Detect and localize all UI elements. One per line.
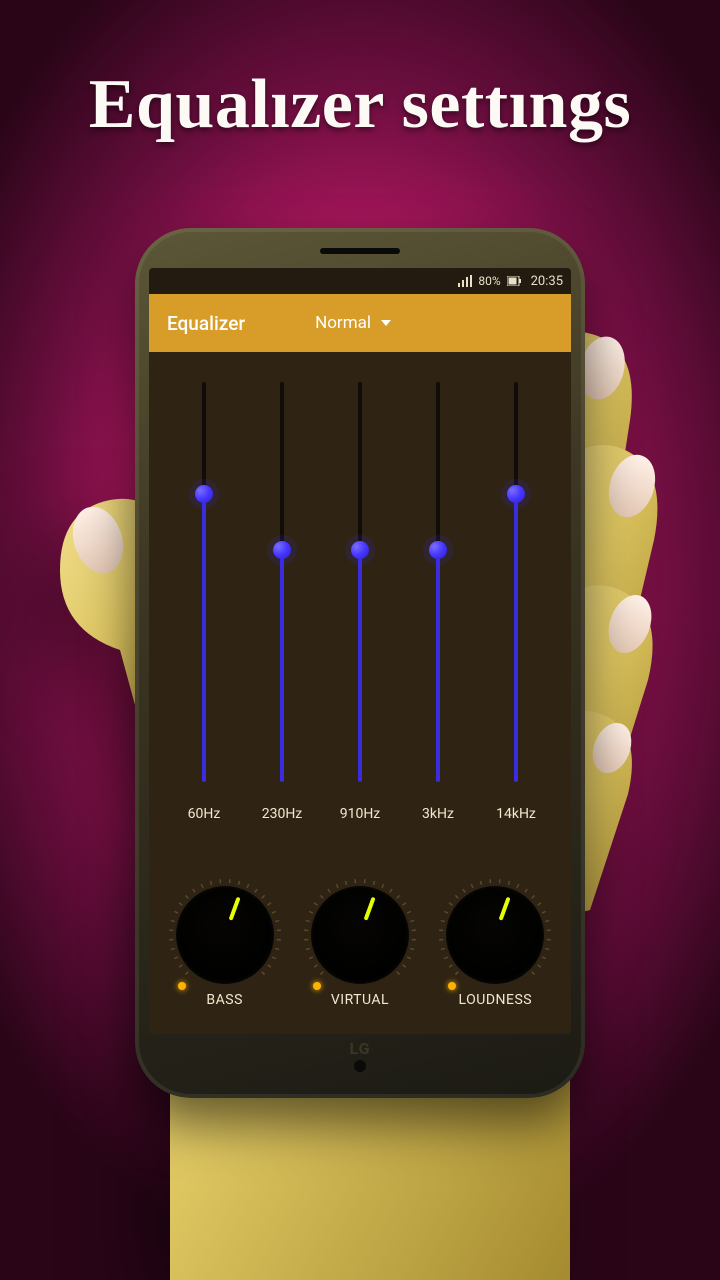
eq-slider-3kHz[interactable]: 3kHz [408, 382, 468, 872]
slider-thumb[interactable] [273, 541, 291, 559]
battery-icon [507, 276, 521, 286]
slider-label: 230Hz [262, 806, 303, 822]
eq-slider-230Hz[interactable]: 230Hz [252, 382, 312, 872]
phone-screen: 80% 20:35 Equalizer Normal 60Hz 230Hz 910H… [149, 268, 571, 1034]
battery-pct: 80% [478, 274, 500, 288]
led-icon [178, 982, 186, 990]
eq-slider-60Hz[interactable]: 60Hz [174, 382, 234, 872]
slider-thumb[interactable] [507, 485, 525, 503]
led-icon [313, 982, 321, 990]
page-title: Equalızer settıngs [0, 65, 720, 145]
eq-knobs: BASS VIRTUAL LOUDNESS [149, 872, 571, 1008]
slider-label: 60Hz [188, 806, 221, 822]
preset-dropdown[interactable]: Normal [315, 313, 391, 333]
knob-loudness[interactable]: LOUDNESS [430, 876, 560, 1008]
clock: 20:35 [531, 274, 563, 289]
slider-thumb[interactable] [429, 541, 447, 559]
eq-slider-14kHz[interactable]: 14kHz [486, 382, 546, 872]
knob-virtual[interactable]: VIRTUAL [295, 876, 425, 1008]
phone-frame: 80% 20:35 Equalizer Normal 60Hz 230Hz 910H… [135, 228, 585, 1098]
phone-brand: LG [349, 1039, 370, 1058]
knob-bass[interactable]: BASS [160, 876, 290, 1008]
eq-slider-910Hz[interactable]: 910Hz [330, 382, 390, 872]
eq-sliders: 60Hz 230Hz 910Hz 3kHz 14kHz [149, 352, 571, 872]
chevron-down-icon [381, 320, 391, 326]
slider-label: 14kHz [496, 806, 536, 822]
app-bar: Equalizer Normal [149, 294, 571, 352]
status-bar: 80% 20:35 [149, 268, 571, 294]
signal-icon [458, 275, 472, 287]
home-indicator [354, 1060, 366, 1072]
app-title: Equalizer [167, 312, 245, 335]
knob-label: LOUDNESS [459, 992, 533, 1008]
slider-thumb[interactable] [351, 541, 369, 559]
preset-label: Normal [315, 313, 371, 333]
knob-label: BASS [206, 992, 242, 1008]
slider-label: 3kHz [422, 806, 454, 822]
slider-label: 910Hz [340, 806, 381, 822]
knob-label: VIRTUAL [331, 992, 389, 1008]
slider-thumb[interactable] [195, 485, 213, 503]
